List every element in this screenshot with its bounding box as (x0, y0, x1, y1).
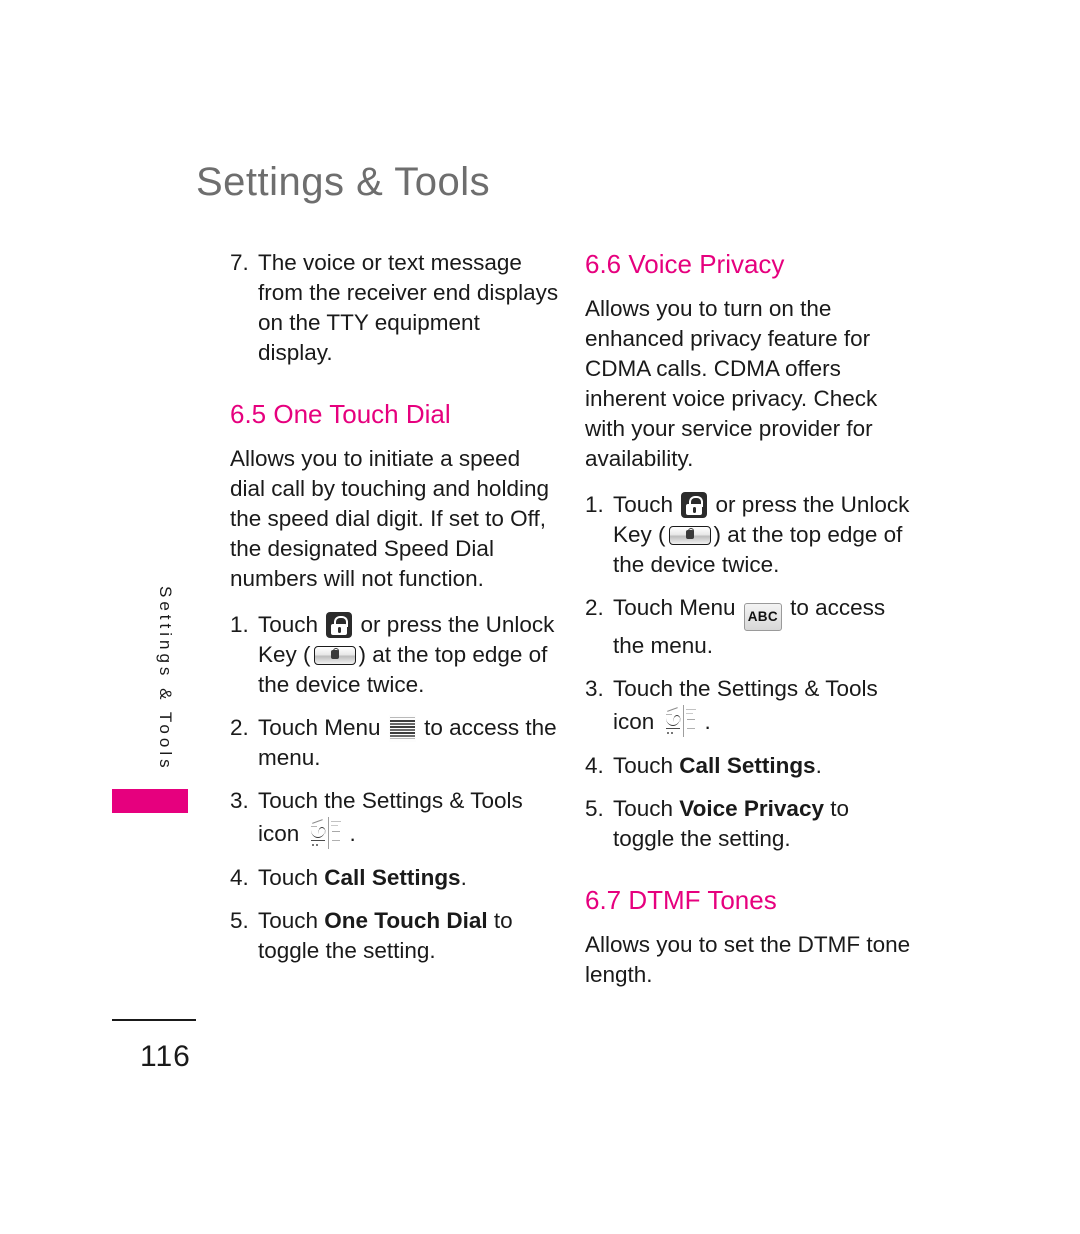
list-item: 2. Touch Menu ABC to access the menu. (585, 593, 915, 661)
unlock-key-icon (668, 526, 711, 545)
step-number: 3. (230, 788, 249, 813)
left-steps-list: 1. Touch or press the Unlock Key () at t… (230, 610, 560, 966)
unlock-key-icon (313, 646, 356, 665)
step-emphasis: Call Settings (679, 753, 816, 778)
right-column: 6.6 Voice Privacy Allows you to turn on … (585, 248, 915, 1006)
step-text: . (349, 821, 356, 846)
step-text: . (460, 865, 467, 890)
step-text: Touch Menu (613, 595, 742, 620)
footer-divider (112, 1019, 196, 1021)
step-number: 1. (585, 492, 604, 517)
settings-tools-icon (307, 816, 348, 850)
step-emphasis: Call Settings (324, 865, 461, 890)
page-title: Settings & Tools (196, 160, 491, 204)
step-text: . (704, 709, 711, 734)
list-item: 3. Touch the Settings & Tools icon . (585, 674, 915, 738)
step-emphasis: Voice Privacy (679, 796, 824, 821)
manual-page: Settings & Tools Settings & Tools 7. The… (0, 0, 1080, 1234)
settings-tools-icon (662, 704, 703, 738)
list-item: 1. Touch or press the Unlock Key () at t… (585, 490, 915, 580)
section-intro-6-7: Allows you to set the DTMF tone length. (585, 932, 911, 987)
step-text: The voice or text message from the recei… (258, 250, 559, 365)
side-tab-marker (112, 789, 188, 813)
list-item: 1. Touch or press the Unlock Key () at t… (230, 610, 560, 700)
list-item: 5. Touch One Touch Dial to toggle the se… (230, 906, 560, 966)
step-text: Touch (258, 612, 325, 637)
list-item: 2. Touch Menu to access the menu. (230, 713, 560, 773)
left-step7-list: 7. The voice or text message from the re… (230, 248, 560, 368)
step-number: 2. (585, 595, 604, 620)
list-item: 4. Touch Call Settings. (585, 751, 915, 781)
side-tab-label: Settings & Tools (156, 586, 175, 772)
step-text: Touch (613, 753, 680, 778)
left-column: 7. The voice or text message from the re… (230, 248, 560, 979)
list-item: 7. The voice or text message from the re… (230, 248, 560, 368)
section-heading-6-6: 6.6 Voice Privacy (585, 249, 785, 279)
step-emphasis: One Touch Dial (324, 908, 488, 933)
list-item: 5. Touch Voice Privacy to toggle the set… (585, 794, 915, 854)
abc-keypad-icon: ABC (743, 603, 782, 631)
step-number: 4. (585, 753, 604, 778)
step-number: 1. (230, 612, 249, 637)
step-number: 2. (230, 715, 249, 740)
step-number: 7. (230, 250, 249, 275)
section-intro-6-6: Allows you to turn on the enhanced priva… (585, 296, 878, 471)
section-intro-6-5: Allows you to initiate a speed dial call… (230, 446, 549, 591)
step-number: 5. (585, 796, 604, 821)
step-text: Touch the Settings & Tools icon (258, 788, 523, 846)
step-number: 5. (230, 908, 249, 933)
step-number: 3. (585, 676, 604, 701)
list-item: 4. Touch Call Settings. (230, 863, 560, 893)
lock-icon (326, 612, 353, 638)
section-heading-6-7: 6.7 DTMF Tones (585, 885, 777, 915)
step-number: 4. (230, 865, 249, 890)
list-item: 3. Touch the Settings & Tools icon . (230, 786, 560, 850)
step-text: Touch (613, 796, 680, 821)
lock-icon (681, 492, 708, 518)
menu-list-icon (388, 715, 416, 742)
step-text: Touch (258, 865, 325, 890)
step-text: Touch (258, 908, 325, 933)
step-text: Touch the Settings & Tools icon (613, 676, 878, 734)
right-steps-list: 1. Touch or press the Unlock Key () at t… (585, 490, 915, 854)
step-text: Touch Menu (258, 715, 387, 740)
step-text: Touch (613, 492, 680, 517)
section-heading-6-5: 6.5 One Touch Dial (230, 399, 451, 429)
step-text: . (815, 753, 822, 778)
page-number: 116 (140, 1040, 191, 1073)
